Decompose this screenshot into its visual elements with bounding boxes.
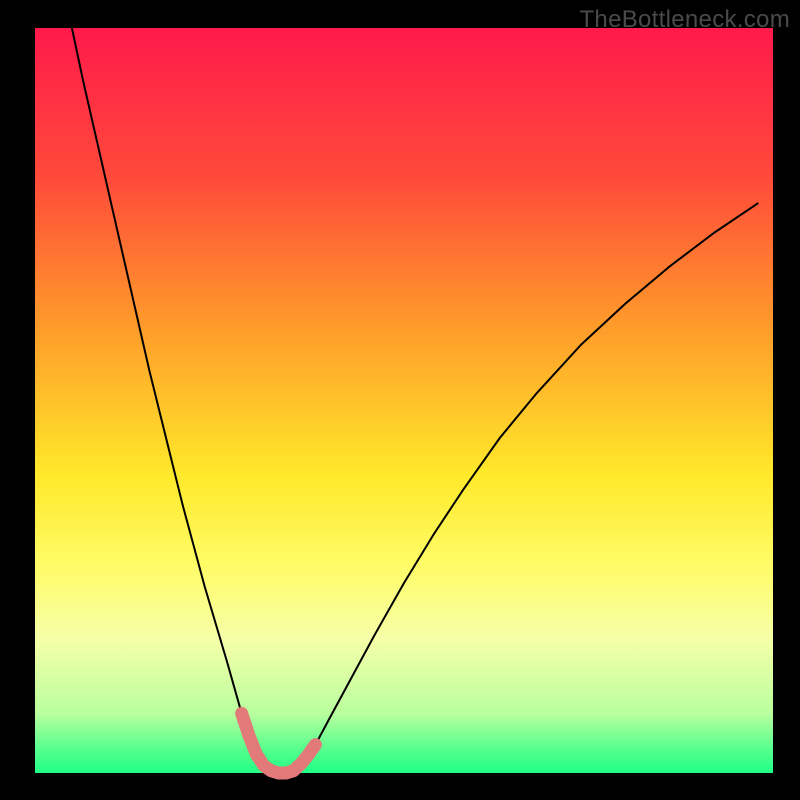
- bottleneck-chart: [0, 0, 800, 800]
- chart-background: [35, 28, 773, 773]
- outer-frame: TheBottleneck.com: [0, 0, 800, 800]
